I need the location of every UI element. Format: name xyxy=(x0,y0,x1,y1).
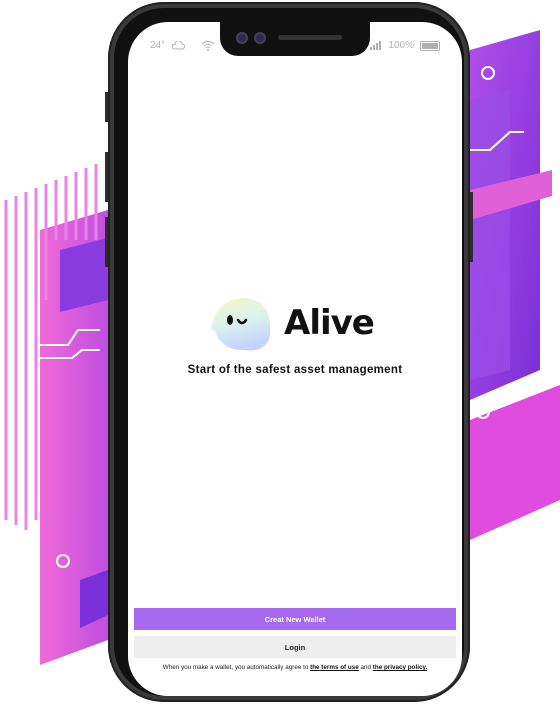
terms-conjunction: and xyxy=(358,664,373,671)
phone-frame: 24° 100% Alive Start of the safest asset… xyxy=(105,2,473,702)
temperature: 24° xyxy=(150,40,166,51)
camera-icon xyxy=(236,32,248,44)
privacy-policy-link[interactable]: the privacy policy. xyxy=(373,664,427,671)
speaker-grille xyxy=(278,35,342,40)
tagline: Start of the safest asset management xyxy=(187,364,403,376)
volume-down-button xyxy=(105,217,108,267)
mute-switch xyxy=(105,92,108,122)
signal-icon xyxy=(370,41,382,50)
battery-percent: 100% xyxy=(388,40,414,51)
terms-of-use-link[interactable]: the terms of use xyxy=(310,664,359,671)
cloud-icon xyxy=(171,41,186,50)
brand-name: Alive xyxy=(284,303,375,343)
sensor-icon xyxy=(254,32,266,44)
terms-notice: When you make a wallet, you automaticall… xyxy=(128,664,462,671)
battery-icon xyxy=(420,40,440,51)
volume-up-button xyxy=(105,152,108,202)
terms-prefix: When you make a wallet, you automaticall… xyxy=(162,664,311,671)
status-right: 100% xyxy=(370,40,440,51)
ghost-mascot-icon xyxy=(211,298,271,351)
wifi-icon xyxy=(201,40,215,51)
power-button xyxy=(470,192,473,262)
create-wallet-button[interactable]: Creat New Wallet xyxy=(134,608,456,630)
notch xyxy=(220,22,370,56)
app-logo: Alive xyxy=(208,292,375,354)
phone-bezel: 24° 100% Alive Start of the safest asset… xyxy=(114,8,464,696)
status-left: 24° xyxy=(150,40,215,51)
login-button[interactable]: Login xyxy=(134,636,456,658)
phone-screen: 24° 100% Alive Start of the safest asset… xyxy=(128,22,462,696)
